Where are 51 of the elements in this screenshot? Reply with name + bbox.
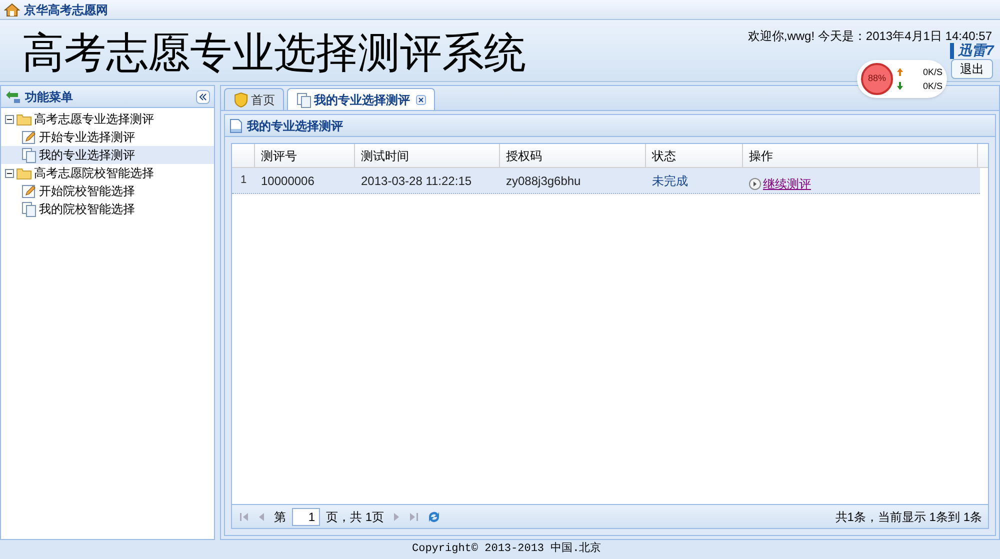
collapse-button[interactable] — [196, 90, 210, 104]
first-page-icon — [238, 510, 250, 522]
copyright-text: Copyright© 2013-2013 中国.北京 — [412, 541, 602, 558]
shield-icon — [233, 92, 249, 108]
document-icon — [229, 118, 243, 134]
pages-icon — [21, 147, 37, 163]
upload-speed: 0K/S — [923, 66, 943, 79]
pages-icon — [21, 201, 37, 217]
tree-item[interactable]: 开始院校智能选择 — [1, 182, 214, 200]
play-circle-icon — [749, 178, 761, 190]
last-page-icon — [408, 510, 420, 522]
pencil-page-icon — [21, 129, 37, 145]
column-header: 测试时间 — [355, 144, 500, 167]
table-cell-text: 未完成 — [651, 172, 689, 190]
tree-item[interactable]: 我的专业选择测评 — [1, 146, 214, 164]
tab[interactable]: 我的专业选择测评 — [287, 88, 435, 110]
logout-button[interactable]: 退出 — [951, 59, 993, 79]
down-arrow-icon — [897, 82, 903, 90]
welcome-text: 欢迎你,wwg! 今天是：2013年4月1日 14:40:57 — [748, 28, 992, 43]
pager-summary: 共1条，当前显示 1条到 1条 — [835, 508, 982, 526]
column-header: 授权码 — [500, 144, 646, 167]
column-header: 操作 — [743, 144, 978, 167]
row-number: 1 — [239, 173, 248, 188]
tree-item[interactable]: 开始专业选择测评 — [1, 128, 214, 146]
page-total: 页，共 1页 — [326, 508, 384, 526]
page-label: 第 — [274, 508, 286, 526]
page-input[interactable]: 1 — [292, 508, 320, 526]
download-speed: 0K/S — [923, 80, 943, 93]
column-header: 状态 — [646, 144, 743, 167]
table-cell-text: zy088j3g6bhu — [505, 172, 582, 190]
tree-item[interactable]: 我的院校智能选择 — [1, 200, 214, 218]
table-cell-text: 2013-03-28 11:22:15 — [360, 172, 473, 190]
table-row[interactable]: 1 10000006 2013-03-28 11:22:15 zy088j3g6bhu 未完成 继续测评 — [232, 168, 980, 194]
column-header: 测评号 — [255, 144, 355, 167]
app-title: 高考志愿专业选择测评系统 — [22, 28, 526, 78]
panel-title: 我的专业选择测评 — [247, 118, 343, 134]
double-chevron-icon — [199, 92, 207, 100]
house-icon — [4, 2, 20, 18]
tree-item[interactable]: 高考志愿院校智能选择 — [1, 164, 214, 182]
arrows-icon — [5, 90, 21, 104]
sidebar-title: 功能菜单 — [25, 88, 74, 106]
tab[interactable]: 首页 — [224, 88, 284, 110]
pages-icon — [296, 92, 312, 108]
up-arrow-icon — [897, 68, 903, 76]
pencil-page-icon — [21, 183, 37, 199]
percent-badge: 88% — [861, 63, 893, 95]
continue-link[interactable]: 继续测评 — [763, 174, 811, 192]
table-cell-text: 10000006 — [260, 172, 316, 190]
close-icon[interactable] — [416, 94, 426, 104]
tree-item[interactable]: 高考志愿专业选择测评 — [1, 110, 214, 128]
site-title: 京华高考志愿网 — [24, 2, 108, 18]
